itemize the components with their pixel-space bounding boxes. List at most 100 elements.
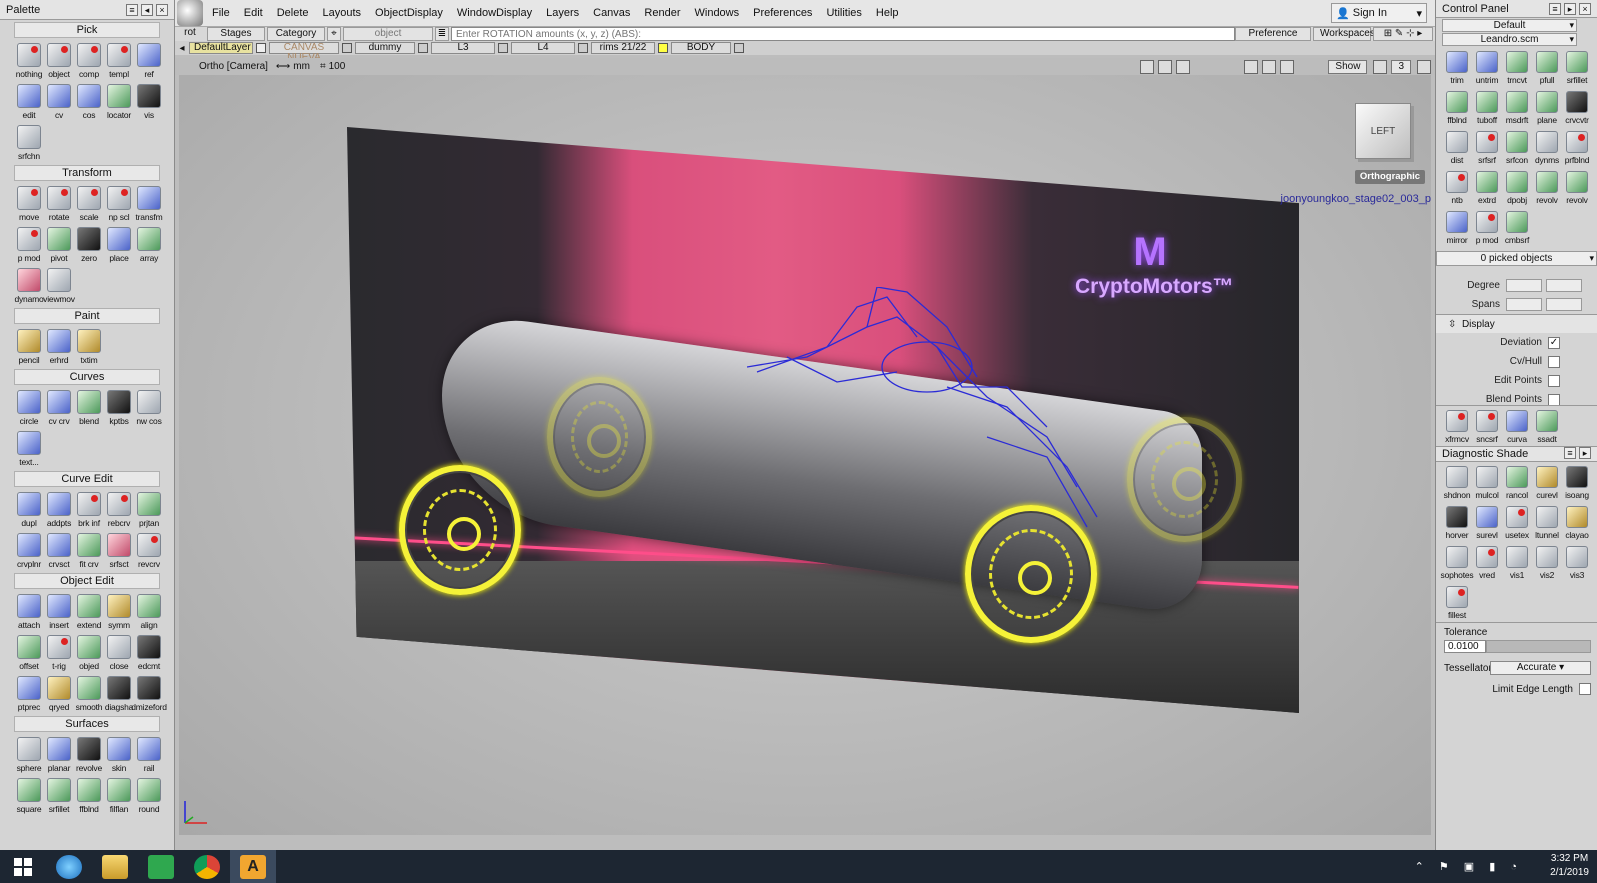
palette-section-object-edit[interactable]: Object Edit xyxy=(14,573,160,589)
tool-crvplnr[interactable]: crvplnr xyxy=(14,530,44,571)
system-tray[interactable]: ⌃ ⚑ ▣ ▮ ◔ xyxy=(1415,860,1523,873)
tool-revolv[interactable]: revolv xyxy=(1562,167,1592,207)
tool-t-rig[interactable]: t-rig xyxy=(44,632,74,673)
tool-crvcvtr[interactable]: crvcvtr xyxy=(1562,87,1592,127)
taskbar-chrome[interactable] xyxy=(184,850,230,883)
menu-windowdisplay[interactable]: WindowDisplay xyxy=(450,7,539,19)
display-section-header[interactable]: ⇳ Display xyxy=(1436,314,1597,333)
tool-tuboff[interactable]: tuboff xyxy=(1472,87,1502,127)
limit-edge-checkbox[interactable] xyxy=(1579,683,1591,695)
tool-rail[interactable]: rail xyxy=(134,734,164,775)
layer-defaultlayer[interactable]: DefaultLayer xyxy=(189,42,253,54)
tool-curevl[interactable]: curevl xyxy=(1532,462,1562,502)
canvas-image-plane[interactable]: M CryptoMotors™ xyxy=(347,127,1299,713)
tool-cv[interactable]: cv xyxy=(44,81,74,122)
tool-sophotes[interactable]: sophotes xyxy=(1441,542,1474,582)
tool-revolve[interactable]: revolve xyxy=(74,734,104,775)
layer-swatch[interactable] xyxy=(658,43,668,53)
tool-srfsrf[interactable]: srfsrf xyxy=(1472,127,1502,167)
stages-button[interactable]: Stages xyxy=(207,27,265,41)
degree-field-2[interactable] xyxy=(1546,279,1582,292)
palette-section-curve-edit[interactable]: Curve Edit xyxy=(14,471,160,487)
app-icon[interactable] xyxy=(177,0,203,26)
expand-icon[interactable]: ▸ xyxy=(1564,2,1576,15)
view-cube[interactable]: LEFT xyxy=(1355,103,1411,159)
tool-close[interactable]: close xyxy=(104,632,134,673)
tool-trncvt[interactable]: trncvt xyxy=(1502,47,1532,87)
tool-surevl[interactable]: surevl xyxy=(1472,502,1502,542)
tool-revolv[interactable]: revolv xyxy=(1532,167,1562,207)
palette-section-pick[interactable]: Pick xyxy=(14,22,160,38)
tool-vis3[interactable]: vis3 xyxy=(1562,542,1592,582)
layer-swatch[interactable] xyxy=(342,43,352,53)
command-input[interactable] xyxy=(451,27,1235,41)
tool-zero[interactable]: zero xyxy=(74,224,104,265)
tool-mirror[interactable]: mirror xyxy=(1442,207,1472,247)
taskbar-store[interactable] xyxy=(138,850,184,883)
menu-objectdisplay[interactable]: ObjectDisplay xyxy=(368,7,450,19)
tool-txtim[interactable]: txtim xyxy=(74,326,104,367)
tool-smooth[interactable]: smooth xyxy=(74,673,104,714)
tool-transfm[interactable]: transfm xyxy=(134,183,164,224)
tool-shdnon[interactable]: shdnon xyxy=(1442,462,1472,502)
fit-icon[interactable] xyxy=(1244,59,1259,74)
suspension-wireframe[interactable] xyxy=(747,287,1117,547)
preset-dropdown[interactable]: Default xyxy=(1442,19,1577,32)
tool-ffblnd[interactable]: ffblnd xyxy=(1442,87,1472,127)
tool-msdrft[interactable]: msdrft xyxy=(1502,87,1532,127)
tool-skin[interactable]: skin xyxy=(104,734,134,775)
checkbox[interactable] xyxy=(1548,374,1560,387)
layer-canvas-nueva[interactable]: CANVAS NUEVA xyxy=(269,42,339,63)
tolerance-input[interactable]: 0.0100 xyxy=(1444,640,1486,653)
tool-crvsct[interactable]: crvsct xyxy=(44,530,74,571)
layer-dummy[interactable]: dummy xyxy=(355,42,415,54)
tool-plane[interactable]: plane xyxy=(1532,87,1562,127)
workspaces-button[interactable]: Workspaces xyxy=(1313,27,1375,41)
tool-cmbsrf[interactable]: cmbsrf xyxy=(1502,207,1532,247)
tool-array[interactable]: array xyxy=(134,224,164,265)
tool-edcmt[interactable]: edcmt xyxy=(134,632,164,673)
file-dropdown[interactable]: Leandro.scm xyxy=(1442,33,1577,46)
tool-prjtan[interactable]: prjtan xyxy=(134,489,164,530)
preference-sets-button[interactable]: Preference Sets xyxy=(1235,27,1311,51)
tool-objed[interactable]: objed xyxy=(74,632,104,673)
tool-locator[interactable]: locator xyxy=(104,81,134,122)
tool-scale[interactable]: scale xyxy=(74,183,104,224)
layer-swatch[interactable] xyxy=(418,43,428,53)
render-icon[interactable] xyxy=(1158,59,1173,74)
layer-l3[interactable]: L3 xyxy=(431,42,495,54)
tool-rebcrv[interactable]: rebcrv xyxy=(104,489,134,530)
tool-align[interactable]: align xyxy=(134,591,164,632)
tool-brk-inf[interactable]: brk inf xyxy=(74,489,104,530)
tool-planar[interactable]: planar xyxy=(44,734,74,775)
palette-section-curves[interactable]: Curves xyxy=(14,369,160,385)
pick-icon[interactable]: ⌖ xyxy=(327,27,341,41)
menu-windows[interactable]: Windows xyxy=(688,7,747,19)
tool-dmizeford[interactable]: dmizeford xyxy=(131,673,167,714)
tool-trim[interactable]: trim xyxy=(1442,47,1472,87)
spans-field-2[interactable] xyxy=(1546,298,1582,311)
close-icon[interactable]: × xyxy=(156,3,168,16)
tool-horver[interactable]: horver xyxy=(1442,502,1472,542)
layout-icon[interactable] xyxy=(1373,59,1388,74)
pan-icon[interactable] xyxy=(1280,59,1295,74)
palette-section-paint[interactable]: Paint xyxy=(14,308,160,324)
tool-curva[interactable]: curva xyxy=(1502,406,1532,446)
tool-symm[interactable]: symm xyxy=(104,591,134,632)
tumble-icon[interactable] xyxy=(1262,59,1277,74)
tool-offset[interactable]: offset xyxy=(14,632,44,673)
degree-field-1[interactable] xyxy=(1506,279,1542,292)
menu-edit[interactable]: Edit xyxy=(237,7,270,19)
menu-layers[interactable]: Layers xyxy=(539,7,586,19)
tool-kptbs[interactable]: kptbs xyxy=(104,387,134,428)
picked-objects-dropdown[interactable]: 0 picked objects xyxy=(1436,251,1597,266)
tool-dynms[interactable]: dynms xyxy=(1532,127,1562,167)
view-count[interactable]: 3 xyxy=(1391,59,1411,74)
tool-cos[interactable]: cos xyxy=(74,81,104,122)
tool-erhrd[interactable]: erhrd xyxy=(44,326,74,367)
layer-swatch[interactable] xyxy=(498,43,508,53)
taskbar-ie[interactable] xyxy=(46,850,92,883)
menu-delete[interactable]: Delete xyxy=(270,7,316,19)
menu-file[interactable]: File xyxy=(205,7,237,19)
tool-pencil[interactable]: pencil xyxy=(14,326,44,367)
